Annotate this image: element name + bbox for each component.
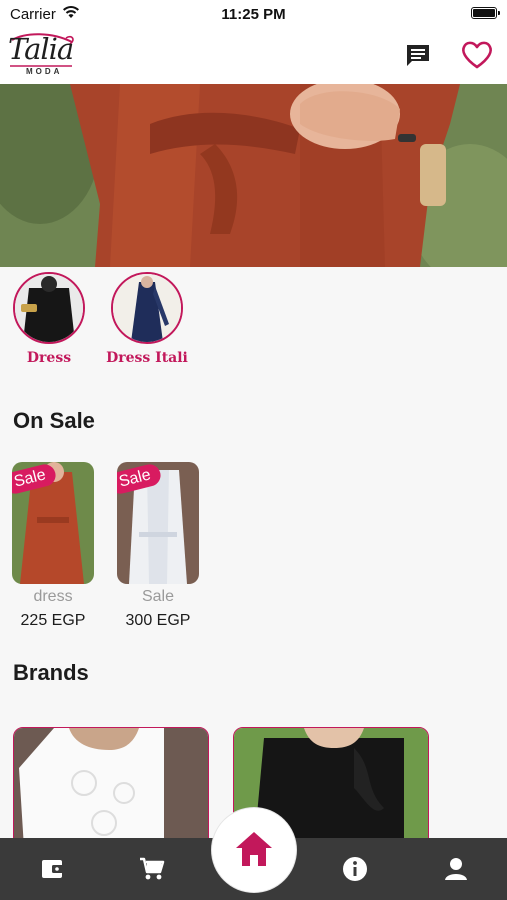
category-label: Dress <box>26 350 72 366</box>
brands-title: Brands <box>13 660 89 685</box>
category-thumbnail <box>111 272 183 344</box>
hero-banner-image <box>0 84 507 267</box>
category-row: Dress Dress Itali <box>0 268 507 393</box>
home-button[interactable] <box>212 808 296 892</box>
home-icon <box>236 832 272 866</box>
status-bar: Carrier 11:25 PM <box>0 0 507 28</box>
product-image: Sale <box>12 462 94 584</box>
info-icon[interactable] <box>340 854 370 884</box>
app-bar: Talia MODA <box>0 28 507 85</box>
product-name: Sale <box>141 588 175 605</box>
profile-icon[interactable] <box>441 854 471 884</box>
category-thumbnail <box>13 272 85 344</box>
product-card[interactable]: Sale Sale 300 EGP <box>116 462 200 630</box>
battery-icon <box>471 7 500 19</box>
hero-banner[interactable] <box>0 84 507 267</box>
category-label: Dress Itali <box>106 350 188 366</box>
category-item-dress[interactable]: Dress <box>4 272 94 366</box>
heart-icon[interactable] <box>460 38 494 72</box>
clock: 11:25 PM <box>221 6 286 23</box>
wallet-icon[interactable] <box>38 854 68 884</box>
chat-icon[interactable] <box>404 42 432 70</box>
category-item-dress-itali[interactable]: Dress Itali <box>102 272 192 366</box>
on-sale-title: On Sale <box>13 408 95 433</box>
product-price: 225 EGP <box>20 612 86 629</box>
product-price: 300 EGP <box>125 612 191 629</box>
brand-card[interactable] <box>13 727 209 849</box>
product-image: Sale <box>117 462 199 584</box>
brand-logo[interactable]: Talia MODA <box>6 30 76 82</box>
logo-subtext: MODA <box>26 67 63 76</box>
brand-image <box>14 728 208 848</box>
logo-script-text: Talia <box>8 32 74 66</box>
product-card[interactable]: Sale dress 225 EGP <box>11 462 95 630</box>
product-name: dress <box>33 588 73 605</box>
cart-icon[interactable] <box>137 854 167 884</box>
